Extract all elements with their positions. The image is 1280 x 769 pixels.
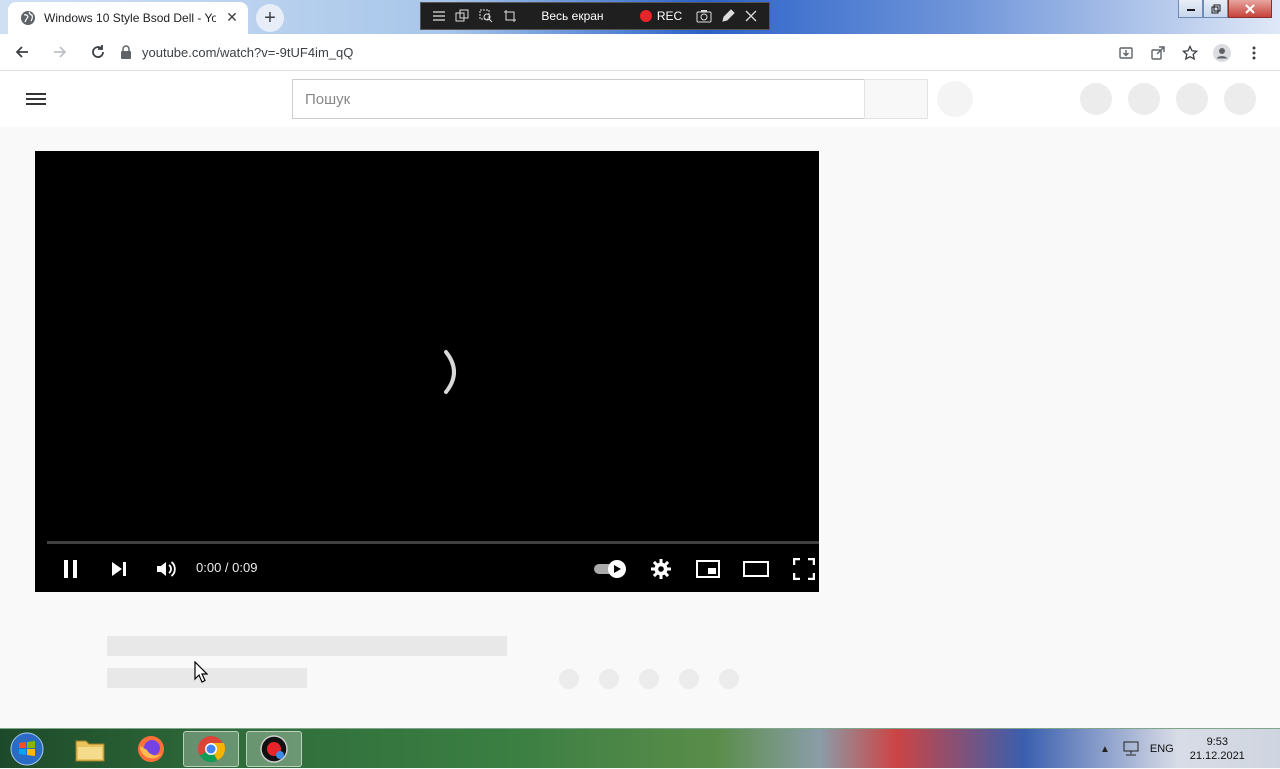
install-icon <box>1119 47 1133 59</box>
youtube-header: Пошук <box>0 71 1280 127</box>
guide-menu-icon[interactable] <box>24 87 48 111</box>
pencil-icon[interactable] <box>716 6 740 26</box>
search-button[interactable] <box>864 79 928 119</box>
video-player[interactable]: 0:00 / 0:09 <box>35 151 819 592</box>
rec-label: REC <box>656 9 683 23</box>
window-close-button[interactable] <box>1228 0 1272 18</box>
mute-button[interactable] <box>148 551 184 587</box>
action-skeleton <box>599 669 619 689</box>
window-controls <box>1178 0 1272 18</box>
globe-icon <box>21 11 35 25</box>
next-button[interactable] <box>101 551 137 587</box>
show-hidden-icons-icon[interactable]: ▲ <box>1100 744 1110 755</box>
folder-icon <box>75 740 105 762</box>
action-skeleton <box>679 669 699 689</box>
progress-bar[interactable] <box>47 541 819 544</box>
url-text[interactable]: youtube.com/watch?v=-9tUF4im_qQ <box>142 45 353 60</box>
action-skeleton <box>639 669 659 689</box>
network-icon[interactable] <box>1122 741 1140 757</box>
time-display: 0:00 / 0:09 <box>196 560 258 575</box>
skip-next-icon <box>112 562 126 576</box>
crop-region-icon[interactable] <box>498 6 522 26</box>
close-icon[interactable] <box>739 6 763 26</box>
address-bar[interactable]: youtube.com/watch?v=-9tUF4im_qQ <box>110 37 1110 67</box>
tab-close-icon[interactable]: ✕ <box>224 10 240 26</box>
windows-taskbar: ▲ ENG 9:53 21.12.2021 <box>0 728 1280 768</box>
action-skeleton <box>559 669 579 689</box>
recorder-toolbar: Весь екран REC <box>420 2 770 30</box>
taskbar-chrome[interactable] <box>183 731 239 767</box>
theater-mode-button[interactable] <box>738 551 774 587</box>
start-button[interactable] <box>6 731 48 767</box>
autoplay-toggle-icon <box>594 560 626 578</box>
miniplayer-button[interactable] <box>690 551 726 587</box>
autoplay-toggle[interactable] <box>591 551 631 587</box>
header-button-placeholder[interactable] <box>1128 83 1160 115</box>
star-icon <box>1182 45 1198 61</box>
arrow-left-icon <box>15 46 28 58</box>
firefox-icon <box>138 736 164 762</box>
new-tab-button[interactable]: + <box>256 4 284 32</box>
clock[interactable]: 9:53 21.12.2021 <box>1190 735 1245 763</box>
pause-icon <box>64 560 77 578</box>
clock-date: 21.12.2021 <box>1189 750 1245 762</box>
avatar-placeholder[interactable] <box>1224 83 1256 115</box>
fullscreen-button[interactable] <box>786 551 822 587</box>
forward-button[interactable] <box>44 36 76 68</box>
bookmark-button[interactable] <box>1174 37 1206 69</box>
install-app-button[interactable] <box>1110 37 1142 69</box>
tab-title: Windows 10 Style Bsod Dell - YouTube <box>44 11 216 25</box>
chrome-menu-button[interactable] <box>1238 37 1270 69</box>
windows-logo-icon <box>10 732 44 766</box>
gear-icon <box>651 559 671 579</box>
region-zoom-icon[interactable] <box>474 6 498 26</box>
share-icon <box>1151 46 1165 60</box>
kebab-menu-icon <box>1252 46 1256 60</box>
chrome-icon <box>198 736 226 763</box>
mouse-cursor-icon <box>194 661 208 683</box>
profile-icon <box>1213 44 1231 62</box>
header-button-placeholder[interactable] <box>1176 83 1208 115</box>
minimize-button[interactable] <box>1178 0 1203 18</box>
browser-tab-strip: Windows 10 Style Bsod Dell - YouTube ✕ +… <box>0 0 1280 34</box>
volume-icon <box>157 561 176 577</box>
camera-icon[interactable] <box>692 6 716 26</box>
reload-icon <box>92 45 104 58</box>
voice-search-placeholder[interactable] <box>937 81 973 117</box>
window-select-icon[interactable] <box>451 6 475 26</box>
title-skeleton <box>107 636 507 656</box>
lock-icon <box>121 45 131 59</box>
language-indicator[interactable]: ENG <box>1150 743 1174 755</box>
taskbar-explorer[interactable] <box>62 731 118 767</box>
browser-toolbar: youtube.com/watch?v=-9tUF4im_qQ <box>0 34 1280 71</box>
taskbar-firefox[interactable] <box>123 731 179 767</box>
search-input[interactable]: Пошук <box>292 79 865 119</box>
record-dot-icon <box>639 10 652 22</box>
rec-button[interactable]: REC <box>639 9 683 23</box>
browser-tab[interactable]: Windows 10 Style Bsod Dell - YouTube ✕ <box>8 2 248 34</box>
system-tray: ▲ ENG 9:53 21.12.2021 <box>1100 729 1280 769</box>
clock-time: 9:53 <box>1206 736 1228 748</box>
pause-button[interactable] <box>53 551 89 587</box>
arrow-right-icon <box>54 46 67 58</box>
profile-button[interactable] <box>1206 37 1238 69</box>
header-button-placeholder[interactable] <box>1080 83 1112 115</box>
back-button[interactable] <box>6 36 38 68</box>
miniplayer-icon <box>696 560 720 578</box>
menu-icon[interactable] <box>427 6 451 26</box>
recorder-app-icon <box>260 735 288 763</box>
capture-mode-label[interactable]: Весь екран <box>541 9 631 23</box>
action-skeleton <box>719 669 739 689</box>
restore-button[interactable] <box>1203 0 1228 18</box>
taskbar-recorder[interactable] <box>246 731 302 767</box>
fullscreen-icon <box>793 558 815 580</box>
loading-spinner-icon <box>444 350 456 394</box>
settings-button[interactable] <box>643 551 679 587</box>
theater-mode-icon <box>743 561 769 577</box>
player-controls: 0:00 / 0:09 <box>35 551 819 587</box>
share-button[interactable] <box>1142 37 1174 69</box>
